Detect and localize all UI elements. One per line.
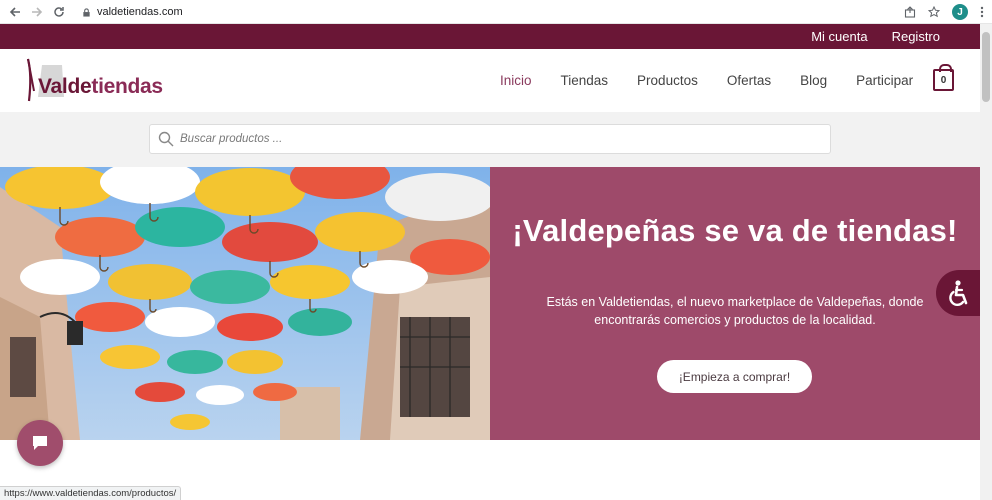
search-band xyxy=(0,112,980,167)
browser-actions: J xyxy=(904,0,984,24)
my-account-link[interactable]: Mi cuenta xyxy=(811,29,867,44)
cart-bag-icon[interactable]: 0 xyxy=(933,64,954,91)
search-input[interactable] xyxy=(180,133,780,145)
logo-wordmark: Valdetiendas xyxy=(38,75,163,98)
chat-bubble-icon xyxy=(33,436,47,450)
scrollbar-thumb[interactable] xyxy=(982,32,990,102)
page-scrollbar[interactable] xyxy=(980,24,992,500)
reload-icon[interactable] xyxy=(48,1,70,23)
page: valdetiendas.com J Mi cuenta Registro Va… xyxy=(0,0,992,500)
register-link[interactable]: Registro xyxy=(892,29,940,44)
nav-item-inicio[interactable]: Inicio xyxy=(500,73,532,88)
hero-title: ¡Valdepeñas se va de tiendas! xyxy=(512,213,958,248)
chat-button[interactable] xyxy=(17,420,63,466)
address-bar[interactable]: valdetiendas.com xyxy=(82,0,183,24)
search-icon xyxy=(158,131,174,147)
hero-section: ¡Valdepeñas se va de tiendas! Estás en V… xyxy=(0,167,980,440)
browser-toolbar: valdetiendas.com J xyxy=(0,0,992,24)
hero-subtitle: Estás en Valdetiendas, el nuevo marketpl… xyxy=(546,295,924,327)
link-status-bar: https://www.valdetiendas.com/productos/ xyxy=(0,486,182,500)
back-arrow-icon[interactable] xyxy=(4,1,26,23)
bookmark-star-icon[interactable] xyxy=(928,6,940,18)
hero-promo-panel: ¡Valdepeñas se va de tiendas! Estás en V… xyxy=(490,167,980,440)
nav-item-ofertas[interactable]: Ofertas xyxy=(727,73,771,88)
nav-item-blog[interactable]: Blog xyxy=(800,73,827,88)
url-text: valdetiendas.com xyxy=(97,6,183,18)
nav-item-tiendas[interactable]: Tiendas xyxy=(561,73,609,88)
forward-arrow-icon[interactable] xyxy=(26,1,48,23)
site-logo[interactable]: Valdetiendas xyxy=(24,55,163,105)
start-shopping-button[interactable]: ¡Empieza a comprar! xyxy=(657,360,812,393)
top-utility-bar: Mi cuenta Registro xyxy=(0,24,980,49)
menu-kebab-icon[interactable] xyxy=(980,6,984,18)
lock-icon xyxy=(83,7,90,17)
product-search-box xyxy=(149,124,831,154)
nav-item-participar[interactable]: Participar xyxy=(856,73,913,88)
profile-avatar[interactable]: J xyxy=(952,4,968,20)
cart-count: 0 xyxy=(940,74,947,86)
nav-item-productos[interactable]: Productos xyxy=(637,73,698,88)
wheelchair-icon xyxy=(949,280,968,307)
share-icon[interactable] xyxy=(904,6,916,18)
umbrellas-street-photo xyxy=(0,167,490,440)
site-header: Valdetiendas Inicio Tiendas Productos Of… xyxy=(0,49,980,112)
main-navigation: Inicio Tiendas Productos Ofertas Blog Pa… xyxy=(500,49,913,112)
